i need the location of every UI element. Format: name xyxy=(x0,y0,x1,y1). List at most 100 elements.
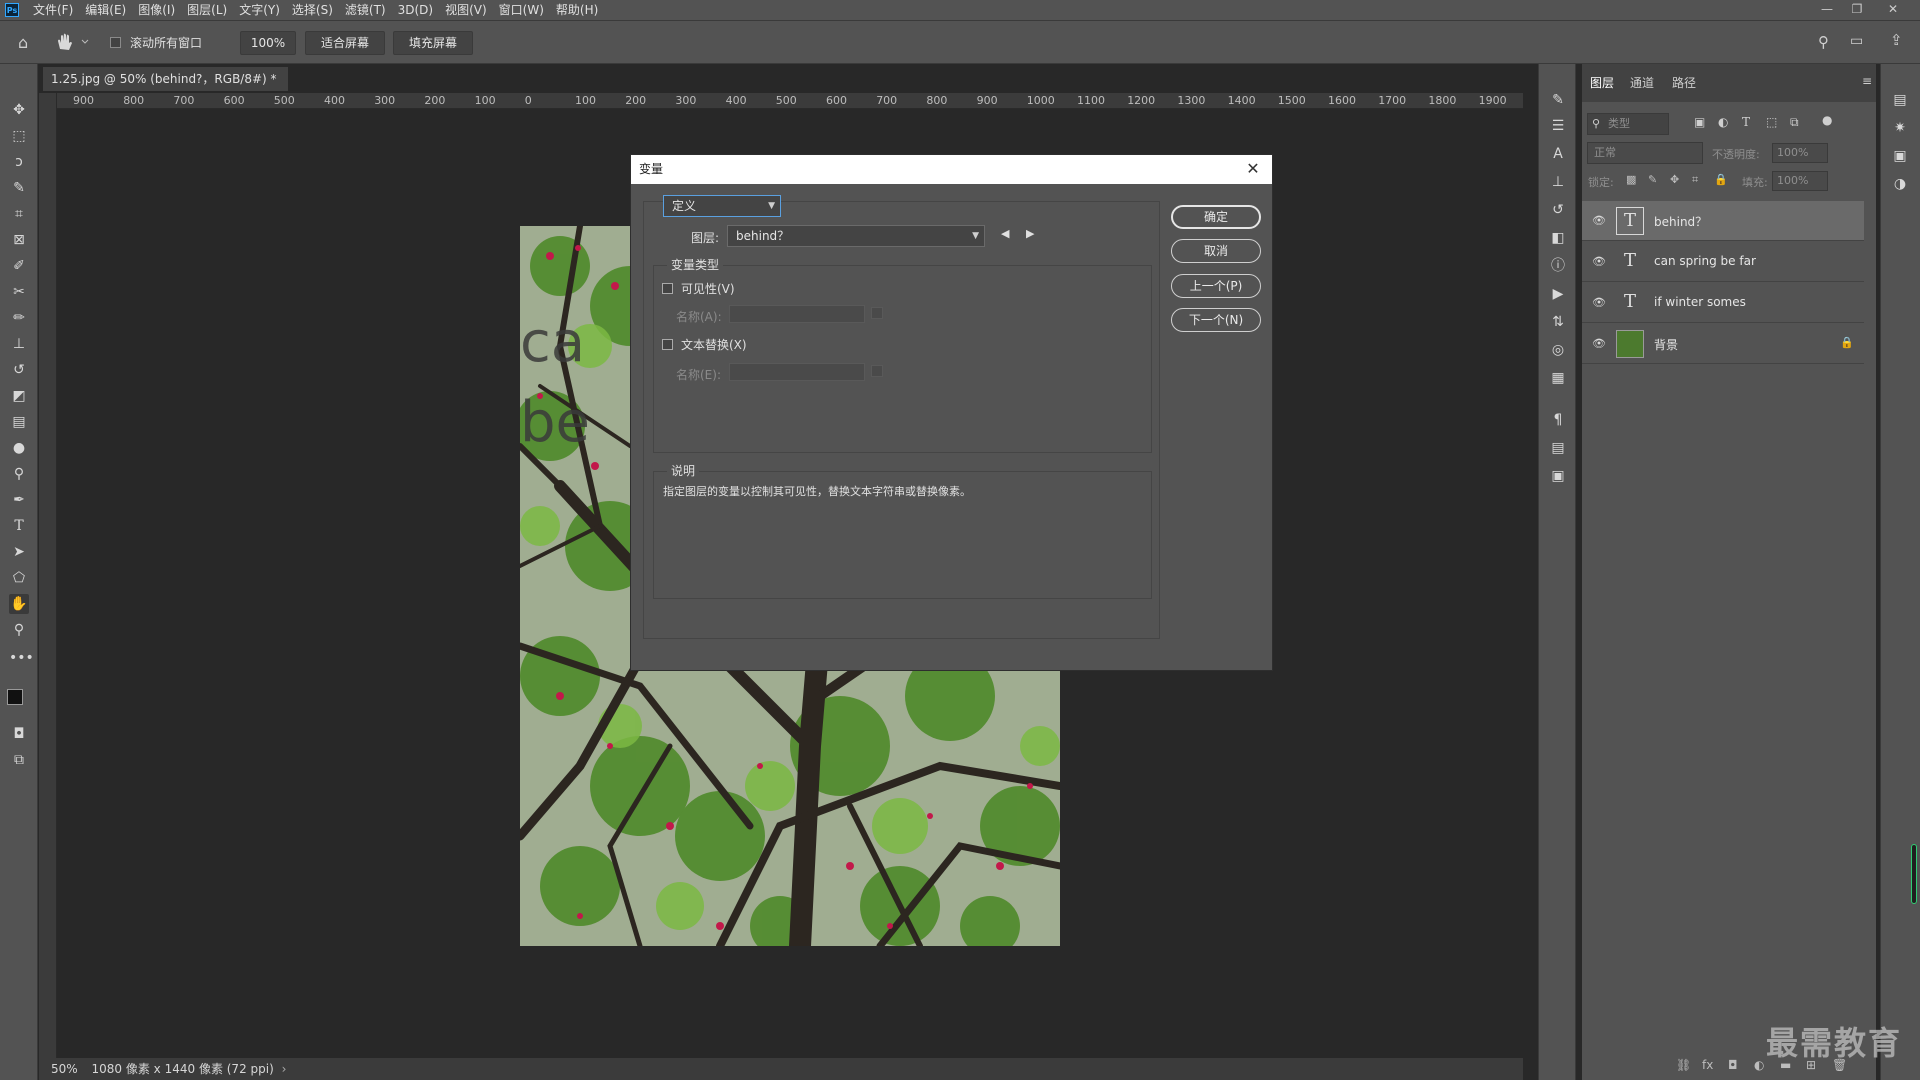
layer-name[interactable]: if winter somes xyxy=(1654,295,1746,309)
opacity-field[interactable]: 100% xyxy=(1772,143,1828,163)
filter-toggle-icon[interactable]: ● xyxy=(1822,113,1832,127)
scroll-all-checkbox[interactable] xyxy=(110,37,121,51)
marquee-tool-icon[interactable]: ⬚ xyxy=(9,126,29,146)
hand-tool-preset-icon[interactable] xyxy=(52,31,92,53)
menu-view[interactable]: 视图(V) xyxy=(439,0,493,20)
3d-icon[interactable]: ◎ xyxy=(1548,340,1568,360)
layer-filter-select[interactable]: ⚲ 类型 xyxy=(1587,113,1669,135)
layer-comps-icon[interactable]: ⇅ xyxy=(1548,312,1568,332)
crop-tool-icon[interactable]: ⌗ xyxy=(9,204,29,224)
lock-artboard-icon[interactable]: ⌗ xyxy=(1692,173,1698,187)
lock-pixels-icon[interactable]: ✎ xyxy=(1648,173,1657,186)
menu-layer[interactable]: 图层(L) xyxy=(181,0,233,20)
prev-button[interactable]: 上一个(P) xyxy=(1171,274,1261,298)
visibility-checkbox[interactable] xyxy=(662,283,673,297)
tab-paths[interactable]: 路径 xyxy=(1672,74,1696,91)
info-icon[interactable]: ⓘ xyxy=(1548,256,1568,276)
fill-field[interactable]: 100% xyxy=(1772,171,1828,191)
frame-tool-icon[interactable]: ⊠ xyxy=(9,230,29,250)
quick-select-tool-icon[interactable]: ✎ xyxy=(9,178,29,198)
visibility-eye-icon[interactable]: 👁 xyxy=(1592,214,1606,228)
menu-select[interactable]: 选择(S) xyxy=(286,0,339,20)
tab-layers[interactable]: 图层 xyxy=(1590,74,1614,91)
search-icon[interactable]: ⚲ xyxy=(1818,33,1836,51)
move-tool-icon[interactable]: ✥ xyxy=(9,100,29,120)
menu-edit[interactable]: 编辑(E) xyxy=(79,0,132,20)
hand-tool-icon[interactable]: ✋ xyxy=(9,594,29,614)
layer-row[interactable]: 👁 T if winter somes xyxy=(1582,283,1864,323)
libraries-icon[interactable]: ▤ xyxy=(1890,90,1910,110)
brush-settings-icon[interactable]: ✎ xyxy=(1548,90,1568,110)
name-a-input[interactable] xyxy=(729,305,865,323)
filter-type-icon[interactable]: T xyxy=(1742,115,1750,129)
stamp-tool-icon[interactable]: ⊥ xyxy=(9,334,29,354)
history-icon[interactable]: ↺ xyxy=(1548,200,1568,220)
menu-file[interactable]: 文件(F) xyxy=(27,0,79,20)
menu-type[interactable]: 文字(Y) xyxy=(233,0,286,20)
lock-transparent-icon[interactable]: ▩ xyxy=(1626,173,1636,186)
prev-layer-arrow-icon[interactable]: ◀ xyxy=(1001,227,1009,240)
dodge-tool-icon[interactable]: ⚲ xyxy=(9,464,29,484)
zoom-value-field[interactable]: 100% xyxy=(240,31,296,55)
status-info[interactable]: 1080 像素 x 1440 像素 (72 ppi) xyxy=(92,1062,274,1076)
eyedropper-tool-icon[interactable]: ✐ xyxy=(9,256,29,276)
adjustment-layer-icon[interactable]: ◐ xyxy=(1754,1058,1764,1072)
status-arrow-icon[interactable]: › xyxy=(282,1062,287,1076)
screen-mode-icon[interactable]: ⧉ xyxy=(9,750,29,770)
swatches-icon[interactable]: ▣ xyxy=(1890,146,1910,166)
lock-position-icon[interactable]: ✥ xyxy=(1670,173,1679,186)
restore-icon[interactable]: ❐ xyxy=(1844,0,1870,20)
learn-icon[interactable]: ✷ xyxy=(1890,118,1910,138)
next-button[interactable]: 下一个(N) xyxy=(1171,308,1261,332)
next-layer-arrow-icon[interactable]: ▶ xyxy=(1026,227,1034,240)
layer-row[interactable]: 👁 背景 🔒 xyxy=(1582,324,1864,364)
clone-source-icon[interactable]: ⊥ xyxy=(1548,172,1568,192)
layer-select[interactable]: behind？ ▼ xyxy=(727,225,985,247)
gradient-tool-icon[interactable]: ▤ xyxy=(9,412,29,432)
panel-menu-icon[interactable]: ≡ xyxy=(1862,74,1872,88)
brush-tool-icon[interactable]: ✏ xyxy=(9,308,29,328)
color-icon[interactable]: ◑ xyxy=(1890,174,1910,194)
fit-screen-button[interactable]: 适合屏幕 xyxy=(305,31,385,55)
properties-icon[interactable]: ◧ xyxy=(1548,228,1568,248)
path-select-tool-icon[interactable]: ➤ xyxy=(9,542,29,562)
blur-tool-icon[interactable]: ● xyxy=(9,438,29,458)
layer-name[interactable]: behind？ xyxy=(1654,213,1707,230)
add-mask-icon[interactable]: ◘ xyxy=(1728,1058,1738,1072)
menu-image[interactable]: 图像(I) xyxy=(132,0,181,20)
quick-mask-icon[interactable]: ◘ xyxy=(9,724,29,744)
layer-name[interactable]: 背景 xyxy=(1654,336,1678,353)
healing-tool-icon[interactable]: ✂ xyxy=(9,282,29,302)
dialog-close-icon[interactable]: ✕ xyxy=(1242,158,1264,180)
menu-help[interactable]: 帮助(H) xyxy=(550,0,604,20)
notes-icon[interactable]: ▣ xyxy=(1548,466,1568,486)
define-select[interactable]: 定义 ▼ xyxy=(663,195,781,217)
type-tool-icon[interactable]: T xyxy=(9,516,29,536)
eraser-tool-icon[interactable]: ◩ xyxy=(9,386,29,406)
filter-shape-icon[interactable]: ⬚ xyxy=(1766,115,1777,129)
visibility-eye-icon[interactable]: 👁 xyxy=(1592,296,1606,310)
menu-filter[interactable]: 滤镜(T) xyxy=(339,0,392,20)
menu-3d[interactable]: 3D(D) xyxy=(392,0,439,20)
blend-mode-select[interactable]: 正常 xyxy=(1587,142,1703,164)
paragraph-styles-icon[interactable]: ▤ xyxy=(1548,438,1568,458)
history-brush-tool-icon[interactable]: ↺ xyxy=(9,360,29,380)
filter-adjustment-icon[interactable]: ◐ xyxy=(1718,115,1728,129)
lock-all-icon[interactable]: 🔒 xyxy=(1714,173,1728,186)
minimize-icon[interactable]: — xyxy=(1814,0,1840,20)
workspace-icon[interactable]: ▭ xyxy=(1850,33,1868,51)
tab-channels[interactable]: 通道 xyxy=(1630,74,1654,91)
character-icon[interactable]: A xyxy=(1548,144,1568,164)
link-layers-icon[interactable]: ⛓ xyxy=(1676,1058,1691,1072)
cancel-button[interactable]: 取消 xyxy=(1171,239,1261,263)
actions-play-icon[interactable]: ▶ xyxy=(1548,284,1568,304)
ok-button[interactable]: 确定 xyxy=(1171,205,1261,229)
name-a-dropdown[interactable] xyxy=(871,307,883,319)
pen-tool-icon[interactable]: ✒ xyxy=(9,490,29,510)
fill-screen-button[interactable]: 填充屏幕 xyxy=(393,31,473,55)
shape-tool-icon[interactable]: ⬠ xyxy=(9,568,29,588)
text-replace-checkbox[interactable] xyxy=(662,339,673,353)
table-icon[interactable]: ▦ xyxy=(1548,368,1568,388)
adjust-icon[interactable]: ☰ xyxy=(1548,116,1568,136)
close-window-icon[interactable]: ✕ xyxy=(1880,0,1906,20)
